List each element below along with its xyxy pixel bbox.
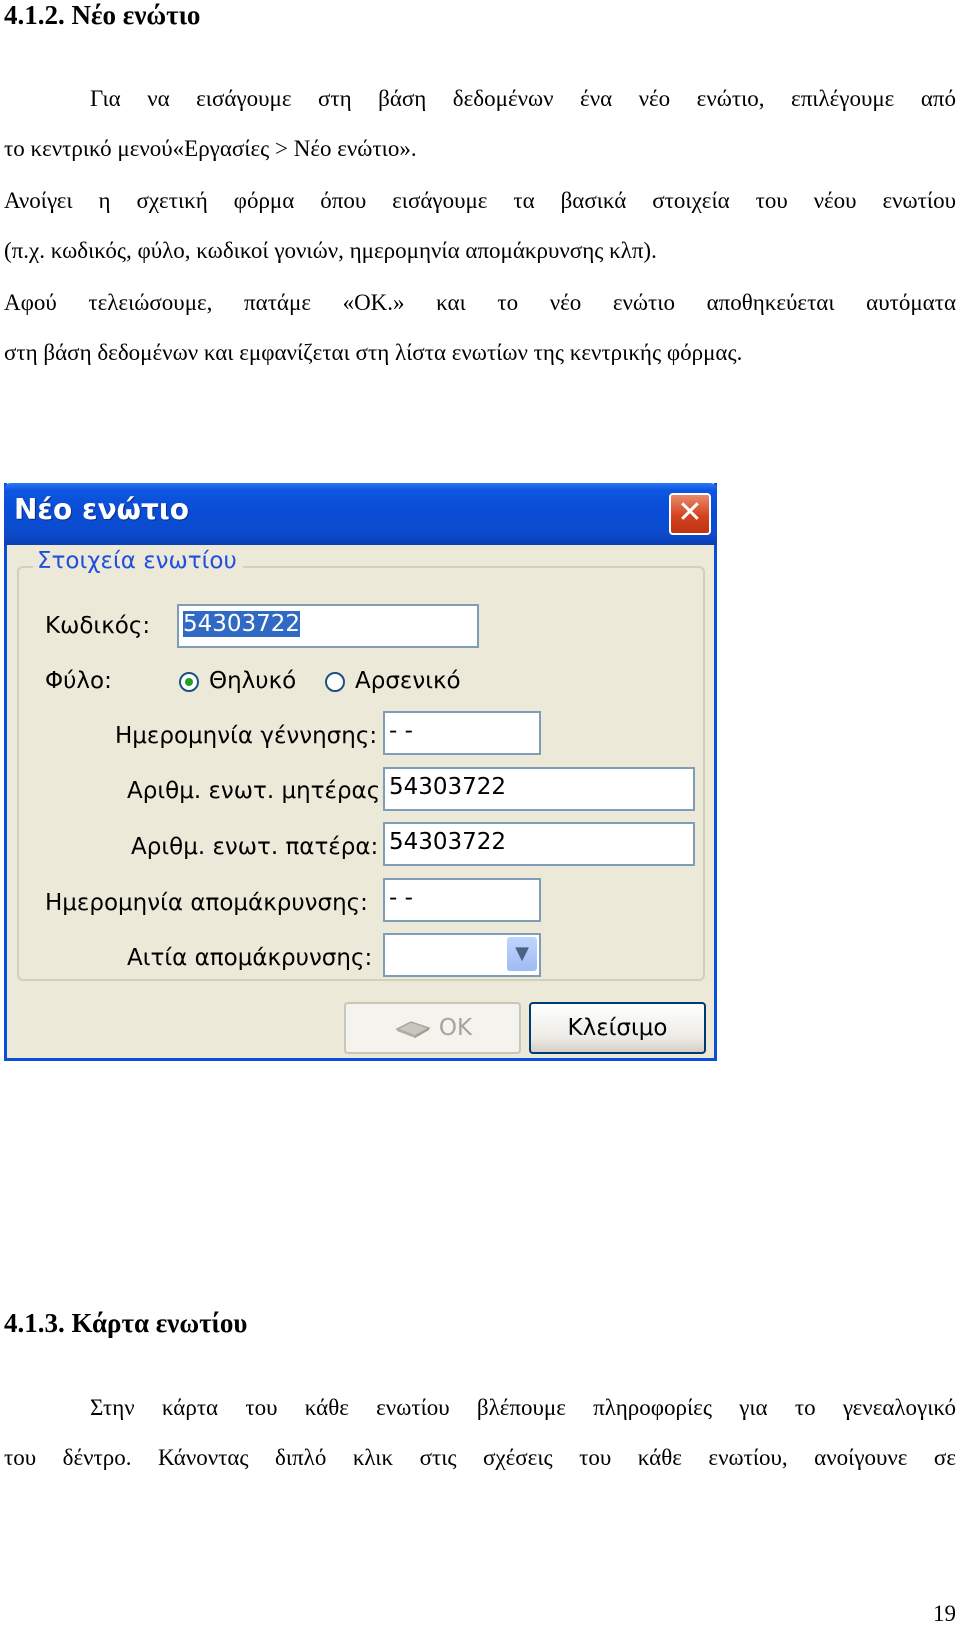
sex-label-text: Φύλο:	[45, 668, 112, 694]
mother-id-label: Αριθμ. ενωτ. μητέρας:	[127, 778, 388, 804]
paragraph-line-4: (π.χ. κωδικός, φύλο, κωδικοί γονιών, ημε…	[4, 238, 657, 263]
radio-male[interactable]	[325, 672, 345, 692]
dialog-title: Νέο ενώτιο	[14, 493, 190, 526]
father-id-field[interactable]: 54303722	[383, 822, 695, 866]
paragraph-line-5: Αφού τελειώσουμε, πατάμε «OK.» και το νέ…	[4, 290, 956, 315]
dialog-titlebar[interactable]: Νέο ενώτιο ✕	[4, 483, 717, 545]
ok-button[interactable]: OK	[344, 1002, 521, 1054]
new-earring-dialog: Νέο ενώτιο ✕ Στοιχεία ενωτίου Κωδικός: 5…	[4, 483, 717, 1061]
paragraph2-line-1: Στην κάρτα του κάθε ενωτίου βλέπουμε πλη…	[90, 1395, 956, 1420]
chevron-down-icon[interactable]: ▼	[507, 937, 537, 971]
disk-icon	[395, 1020, 431, 1038]
radio-female[interactable]	[179, 672, 199, 692]
ok-label: OK	[438, 1015, 473, 1041]
section-heading-new-earring: 4.1.2. Νέο ενώτιο	[4, 0, 201, 30]
code-value: 54303722	[183, 611, 301, 637]
group-title: Στοιχεία ενωτίου	[33, 548, 243, 574]
section-heading-earring-card: 4.1.3. Κάρτα ενωτίου	[4, 1308, 248, 1338]
removal-date-field[interactable]: - -	[383, 878, 541, 922]
birth-date-label: Ημερομηνία γέννησης:	[115, 723, 378, 749]
mother-id-field[interactable]: 54303722	[383, 767, 695, 811]
radio-selected-dot	[185, 678, 193, 686]
paragraph-line-2: το κεντρικό μενού«Εργασίες > Νέο ενώτιο»…	[4, 136, 417, 161]
radio-female-label[interactable]: Θηλυκό	[209, 668, 296, 694]
close-button[interactable]: Κλείσιμο	[529, 1002, 706, 1054]
paragraph-line-6: στη βάση δεδομένων και εμφανίζεται στη λ…	[4, 340, 743, 365]
paragraph-line-1: Για να εισάγουμε στη βάση δεδομένων ένα …	[90, 86, 956, 111]
radio-male-label[interactable]: Αρσενικό	[355, 668, 461, 694]
earring-details-group: Στοιχεία ενωτίου Κωδικός: 54303722 Φύλο:…	[17, 548, 705, 981]
paragraph2-line-2: του δέντρο. Κάνοντας διπλό κλικ στις σχέ…	[4, 1445, 956, 1470]
code-field[interactable]: 54303722	[177, 604, 479, 648]
code-label: Κωδικός:	[45, 613, 151, 639]
father-id-label: Αριθμ. ενωτ. πατέρα:	[131, 834, 379, 860]
removal-date-label: Ημερομηνία απομάκρυνσης:	[45, 890, 368, 916]
removal-reason-label: Αιτία απομάκρυνσης:	[127, 945, 373, 971]
paragraph-line-3: Ανοίγει η σχετική φόρμα όπου εισάγουμε τ…	[4, 188, 956, 213]
page-number: 19	[933, 1601, 956, 1626]
removal-reason-select[interactable]: ▼	[383, 933, 541, 977]
close-icon[interactable]: ✕	[669, 493, 711, 535]
birth-date-field[interactable]: - -	[383, 711, 541, 755]
